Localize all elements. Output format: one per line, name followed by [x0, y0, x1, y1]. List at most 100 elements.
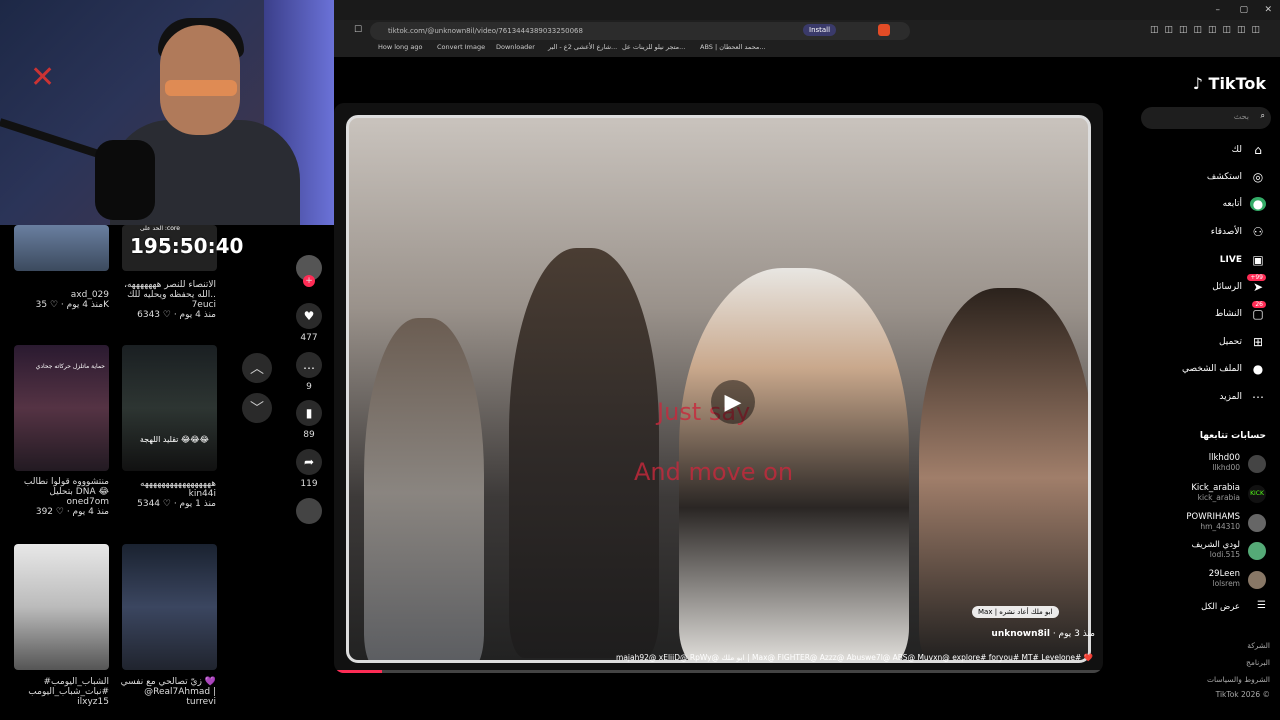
music-disc-button[interactable] — [296, 498, 322, 528]
tiktok-logo-icon: ♪ — [1192, 74, 1203, 93]
list-item[interactable]: axd_029 منذ 4 يوم · ♡ 35K — [14, 290, 109, 310]
nav-item-messages[interactable]: الرسائل ➤ +99 — [1212, 274, 1266, 294]
comment-button[interactable]: … 9 — [296, 352, 322, 392]
nav-item-upload[interactable]: تحميل ⊞ — [1219, 335, 1266, 349]
profile-icon: ● — [1252, 362, 1264, 376]
likes-count: 477 — [300, 333, 318, 343]
following-title: حسابات تتابعها — [1199, 431, 1266, 441]
close-icon[interactable]: ✕ — [1264, 5, 1272, 15]
nav-item-explore[interactable]: استكشف ◎ — [1207, 170, 1266, 184]
list-item[interactable]: #الشباب_اليومب #نبات_شباب_اليومب ilxyz15 — [14, 677, 109, 707]
following-account[interactable]: Kick_arabia kick_arabia KICK — [1191, 483, 1266, 503]
list-item[interactable]: منتشوووه قولوا نطالب بتحليل DNA 😂 oned7o… — [14, 477, 109, 517]
logo-text: TikTok — [1208, 74, 1266, 93]
bookmark-item[interactable]: Convert Image — [437, 43, 485, 51]
activity-icon: ▢ — [1252, 307, 1264, 321]
music-disc-icon — [296, 498, 322, 524]
bookmark-star-icon[interactable]: ☐ — [354, 25, 362, 35]
save-button[interactable]: ▮ 89 — [296, 400, 322, 440]
bookmark-icon: ▮ — [296, 400, 322, 426]
video-frame: Just say And move on ▶ — [346, 115, 1091, 663]
nav-item-profile[interactable]: الملف الشخصي ● — [1182, 362, 1266, 376]
follow-plus-icon[interactable]: + — [303, 275, 315, 287]
following-account[interactable]: 29Leen lolsrem — [1209, 569, 1266, 589]
messages-badge: +99 — [1247, 274, 1266, 281]
nav-item-following[interactable]: أتابعه ● — [1223, 197, 1266, 211]
nav-item-friends[interactable]: الأصدقاء ⚇ — [1211, 225, 1266, 239]
home-icon: ⌂ — [1254, 143, 1262, 157]
tiktok-logo[interactable]: ♪ TikTok — [1193, 74, 1266, 93]
username: ilxyz15 — [77, 697, 109, 707]
video-thumbnail[interactable]: حماية ماتلزل حركاته جحادي — [14, 345, 109, 471]
messages-icon: ➤ — [1252, 280, 1264, 294]
age-label: منذ 4 يوم — [179, 310, 216, 320]
username: axd_029 — [70, 290, 109, 300]
following-icon: ● — [1250, 197, 1266, 211]
show-all-link[interactable]: عرض الكل ☰ — [1201, 600, 1266, 612]
next-video-button[interactable]: ﹀ — [242, 393, 272, 423]
age-label: منذ 1 يوم — [179, 499, 216, 509]
video-thumbnail[interactable] — [14, 544, 109, 670]
extensions-icon[interactable]: ◫◫◫◫◫◫◫◫ — [1150, 25, 1266, 35]
video-thumbnail[interactable]: تقليد اللهجة 😂😂😂 — [122, 345, 217, 471]
username: turrevi — [186, 697, 216, 707]
copyright: TikTok 2026 © — [1215, 690, 1270, 699]
comment-icon: … — [296, 352, 322, 378]
avatar — [1248, 571, 1266, 589]
nav-item-foryou[interactable]: لك ⌂ — [1232, 143, 1266, 157]
chevron-up-icon: ︿ — [250, 361, 264, 377]
bookmark-item[interactable]: ABS | محمد العحطان... — [700, 43, 766, 51]
nav-item-more[interactable]: المزيد ⋯ — [1219, 390, 1266, 404]
repost-badge[interactable]: Max | ابو ملك أعاد نشره — [972, 606, 1059, 618]
video-progress-bar[interactable] — [334, 670, 1103, 673]
video-author-info[interactable]: unknown8il · منذ 3 يوم — [991, 629, 1095, 639]
install-button[interactable]: Install — [803, 24, 837, 36]
footer-link[interactable]: البرنامج — [1246, 658, 1270, 667]
list-item[interactable]: هههههههههههههههههه kin44i منذ 1 يوم · ♡ … — [118, 479, 216, 509]
logo-decoration: ✕ — [30, 60, 56, 95]
search-placeholder: بحث — [1233, 112, 1249, 121]
video-thumbnail[interactable] — [14, 225, 109, 271]
list-item[interactable]: زيّ تصالحي مع نفسي 💜 @Real7Ahmad | turre… — [118, 677, 216, 707]
bookmark-item[interactable]: How long ago — [378, 43, 422, 51]
following-account[interactable]: لودي الشريف lodi.515 — [1191, 540, 1266, 560]
likes-count: 392 — [35, 507, 54, 517]
friends-icon: ⚇ — [1252, 225, 1264, 239]
likes-count: 5344 — [137, 499, 161, 509]
bookmark-item[interactable]: Downloader — [496, 43, 535, 51]
search-input[interactable]: بحث ⌕ — [1141, 107, 1271, 129]
like-button[interactable]: ♥ 477 — [296, 303, 322, 343]
url-text: tiktok.com/@unknown8il/video/76134443890… — [388, 27, 583, 35]
footer-link[interactable]: الشركة — [1247, 641, 1270, 650]
footer-link[interactable]: الشروط والسياسات — [1207, 675, 1270, 684]
video-caption: majah92@ xEliiD@ RpWy@ ابو ملك | Max@ FI… — [616, 653, 1093, 662]
caption: منتشوووه قولوا نطالب بتحليل DNA 😂 — [23, 477, 109, 497]
following-account[interactable]: llkhd00 llkhd00 — [1209, 453, 1266, 473]
play-icon: ▶ — [724, 389, 742, 415]
bookmark-item[interactable]: متجر نيلو للزينات عل... — [622, 43, 685, 51]
share-button[interactable]: ➦ 119 — [296, 449, 322, 489]
caption: الاتنصاء للنصر هههههههه، الله يحفظه ويحل… — [124, 280, 216, 300]
thumb-text: تقليد اللهجة 😂😂😂 — [139, 435, 209, 444]
list-icon: ☰ — [1257, 600, 1266, 611]
compass-icon: ◎ — [1252, 170, 1264, 184]
previous-video-button[interactable]: ︿ — [242, 353, 272, 383]
upload-icon: ⊞ — [1252, 335, 1264, 349]
following-account[interactable]: POWRIHAMS hm_44310 — [1186, 512, 1266, 532]
video-player[interactable]: Just say And move on ▶ Max | ابو ملك أعا… — [334, 103, 1103, 673]
avatar: KICK — [1248, 485, 1266, 503]
list-item[interactable]: الاتنصاء للنصر هههههههه، الله يحفظه ويحل… — [118, 280, 216, 320]
video-thumbnail[interactable] — [122, 544, 217, 670]
author-avatar-button[interactable]: + — [296, 255, 322, 287]
minimize-icon[interactable]: – — [1216, 5, 1221, 15]
more-icon: ⋯ — [1252, 390, 1264, 404]
avatar — [1248, 542, 1266, 560]
webcam-overlay: ✕ — [0, 0, 334, 225]
play-button[interactable]: ▶ — [711, 380, 755, 424]
nav-item-live[interactable]: LIVE ▣ — [1220, 253, 1266, 267]
stream-timer: 195:50:40 — [130, 234, 244, 258]
brave-shield-icon[interactable] — [878, 24, 890, 36]
nav-item-activity[interactable]: النشاط ▢ 26 — [1215, 301, 1266, 321]
maximize-icon[interactable]: ▢ — [1239, 5, 1248, 15]
bookmark-item[interactable]: شارع الأعشى 2ع - البر... — [548, 43, 617, 51]
